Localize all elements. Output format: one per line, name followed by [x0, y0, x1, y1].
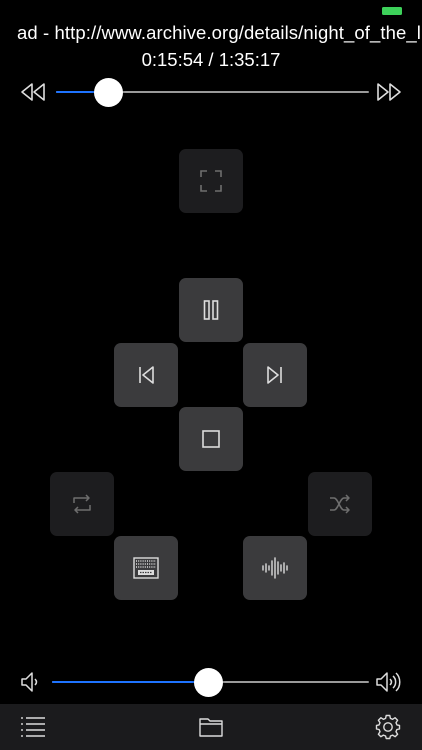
skip-previous-icon	[139, 366, 154, 384]
volume-thumb[interactable]	[193, 667, 223, 697]
folder-icon	[199, 718, 223, 737]
playback-time: 0:15:54 / 1:35:17	[141, 49, 281, 70]
settings-button[interactable]	[373, 712, 403, 742]
seek-slider[interactable]	[56, 77, 369, 107]
now-playing-title: ad - http://www.archive.org/details/nigh…	[17, 22, 422, 43]
volume-max-button[interactable]	[374, 669, 404, 695]
audio-track-button[interactable]	[243, 536, 307, 600]
fullscreen-icon	[200, 170, 222, 192]
previous-button[interactable]	[114, 343, 178, 407]
seek-thumb[interactable]	[94, 77, 124, 107]
rewind-icon	[21, 83, 45, 101]
battery-indicator	[382, 7, 402, 15]
repeat-icon	[73, 494, 91, 514]
repeat-button[interactable]	[50, 472, 114, 536]
browse-button[interactable]	[196, 712, 226, 742]
volume-low-icon	[21, 672, 38, 692]
playlist-icon	[21, 717, 45, 737]
bottom-toolbar	[0, 704, 422, 750]
audio-waveform-icon	[262, 557, 288, 579]
volume-high-icon	[376, 672, 401, 692]
skip-next-icon	[267, 366, 282, 384]
volume-level	[52, 681, 209, 683]
subtitles-icon	[133, 557, 159, 579]
now-playing-marquee: ad - http://www.archive.org/details/nigh…	[0, 20, 422, 46]
next-button[interactable]	[243, 343, 307, 407]
fast-forward-icon	[377, 83, 401, 101]
pause-icon	[203, 300, 219, 320]
shuffle-icon	[330, 494, 350, 514]
stop-icon	[202, 430, 220, 448]
playlist-button[interactable]	[18, 712, 48, 742]
gear-icon	[375, 714, 401, 740]
fullscreen-button[interactable]	[179, 149, 243, 213]
play-pause-button[interactable]	[179, 278, 243, 342]
shuffle-button[interactable]	[308, 472, 372, 536]
fast-forward-button[interactable]	[374, 80, 404, 104]
rewind-button[interactable]	[18, 80, 48, 104]
subtitles-button[interactable]	[114, 536, 178, 600]
volume-slider[interactable]	[52, 667, 369, 697]
volume-mute-button[interactable]	[18, 670, 44, 694]
stop-button[interactable]	[179, 407, 243, 471]
